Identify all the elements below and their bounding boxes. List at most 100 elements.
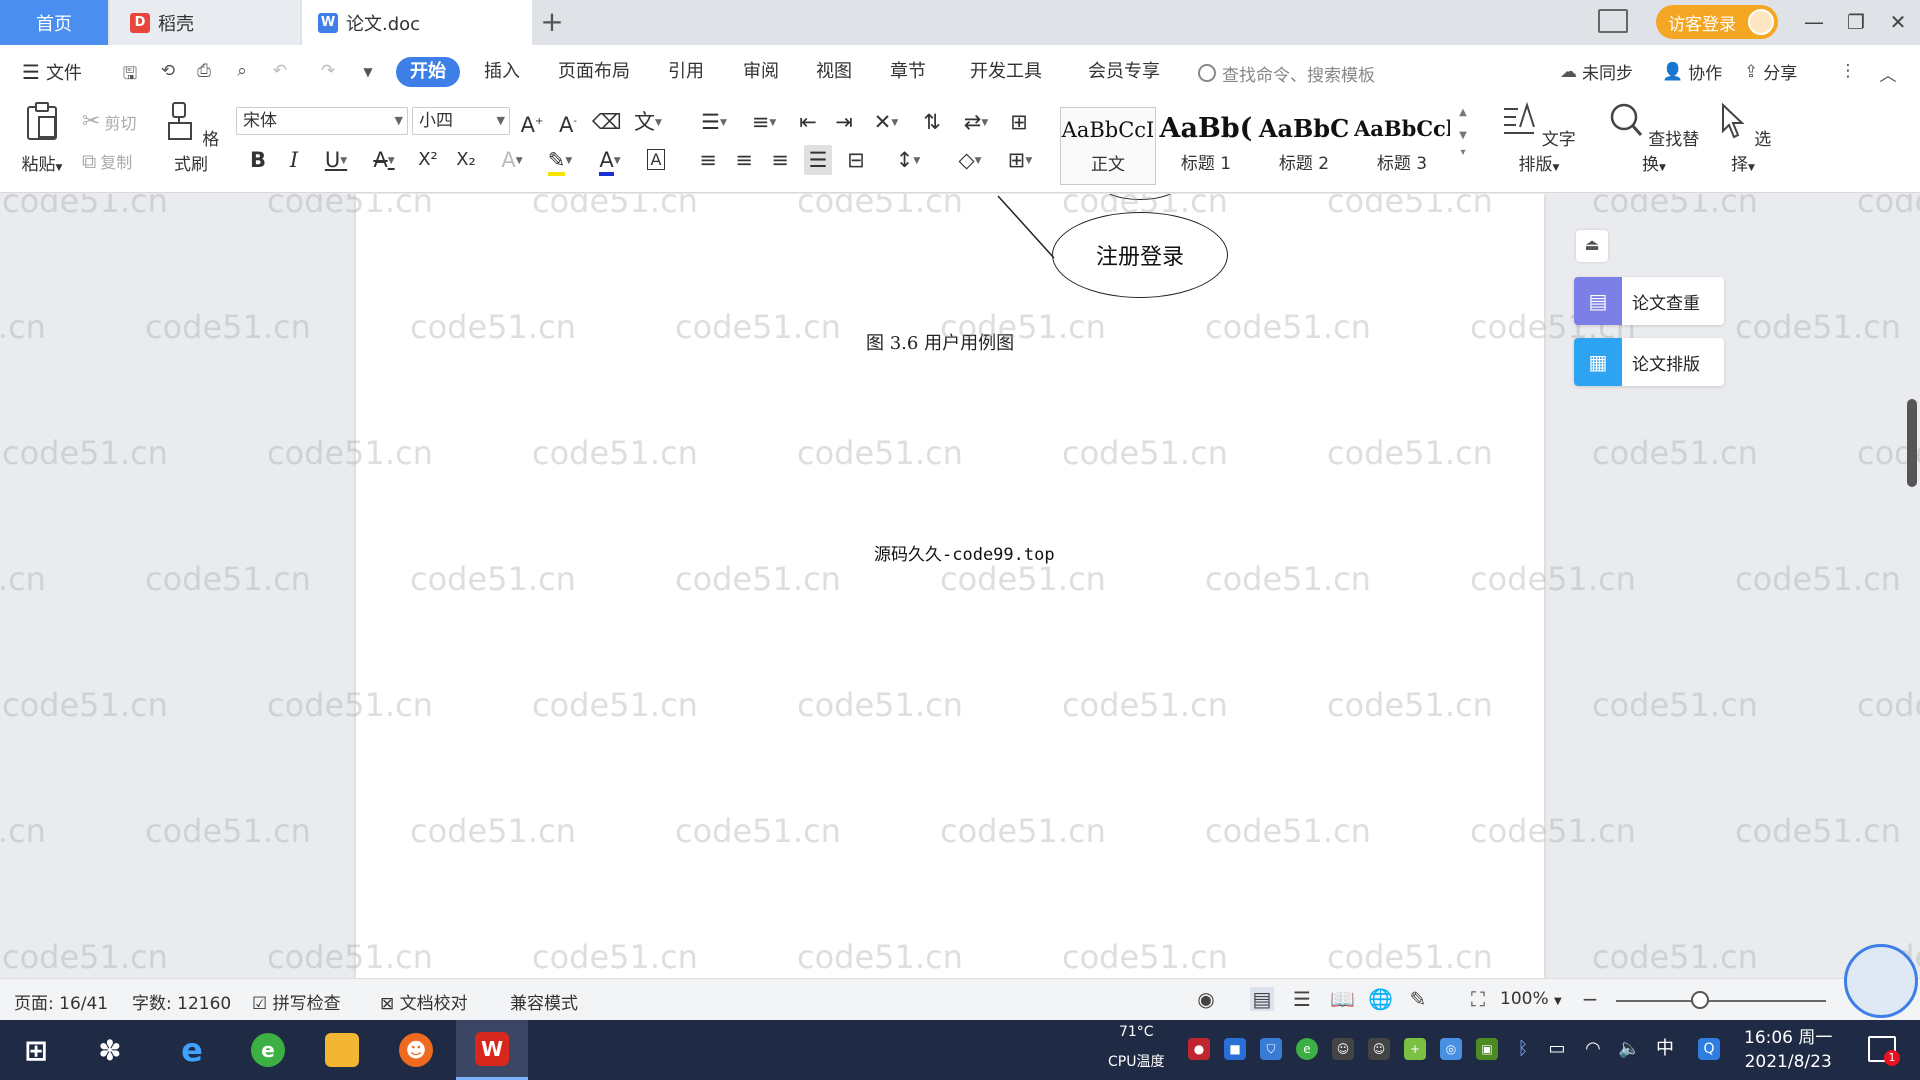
- line-spacing-icon[interactable]: ↕▼: [888, 145, 928, 175]
- reading-view-icon[interactable]: 📖: [1330, 987, 1355, 1011]
- borders-icon[interactable]: ⊞▼: [1000, 145, 1040, 175]
- notification-center-icon[interactable]: 1: [1868, 1036, 1900, 1066]
- proofread-button[interactable]: ⊠ 文档校对: [380, 989, 468, 1014]
- wifi-icon[interactable]: ◠: [1582, 1038, 1604, 1060]
- system-clock[interactable]: 16:06 周一 2021/8/23: [1744, 1026, 1832, 1074]
- format-painter-button[interactable]: 格式刷: [160, 101, 222, 175]
- tray-app-icon[interactable]: ◎: [1440, 1038, 1462, 1060]
- tray-search-icon[interactable]: Q: [1698, 1038, 1720, 1060]
- cpu-temperature[interactable]: 71°C CPU温度: [1108, 1024, 1164, 1070]
- style-normal[interactable]: AaBbCcI 正文: [1060, 107, 1156, 185]
- tray-nvidia-icon[interactable]: ▣: [1476, 1038, 1498, 1060]
- justify-icon[interactable]: ☰: [804, 145, 832, 175]
- style-heading-2[interactable]: AaBbC 标题 2: [1256, 107, 1352, 185]
- style-heading-3[interactable]: AaBbCcl 标题 3: [1354, 107, 1450, 185]
- decrease-indent-icon[interactable]: ⇤: [794, 107, 822, 137]
- quick-access-dropdown-icon[interactable]: ▼: [356, 65, 380, 87]
- assistant-avatar-icon[interactable]: [1844, 944, 1918, 1018]
- more-options-icon[interactable]: ⋮: [1836, 61, 1860, 83]
- select-button[interactable]: 选择▼: [1712, 101, 1774, 175]
- zoom-slider-knob[interactable]: [1691, 991, 1709, 1009]
- tab-home[interactable]: 首页: [0, 0, 108, 45]
- menu-developer-tools[interactable]: 开发工具: [970, 57, 1042, 87]
- distribute-icon[interactable]: ⊟: [842, 145, 870, 175]
- chinese-layout-icon[interactable]: ✕▼: [866, 107, 906, 137]
- highlight-icon[interactable]: ✎▼: [540, 145, 580, 176]
- eye-protection-icon[interactable]: ◉: [1194, 987, 1218, 1011]
- bold-icon[interactable]: B: [244, 145, 272, 175]
- copy-button[interactable]: ⧉ 复制: [82, 149, 132, 173]
- visitor-login-button[interactable]: 访客登录: [1656, 5, 1778, 39]
- menu-page-layout[interactable]: 页面布局: [558, 57, 630, 87]
- internet-explorer-icon[interactable]: e: [156, 1020, 228, 1080]
- shading-icon[interactable]: ◇▼: [950, 145, 990, 175]
- clear-format-icon[interactable]: ⌫: [592, 107, 622, 137]
- restore-icon[interactable]: ❐: [1838, 6, 1874, 38]
- browser-360-icon[interactable]: e: [232, 1020, 304, 1080]
- collaborate-button[interactable]: 👤 协作: [1662, 59, 1722, 85]
- tray-app-icon[interactable]: ■: [1224, 1038, 1246, 1060]
- menu-member[interactable]: 会员专享: [1088, 57, 1160, 87]
- text-layout-button[interactable]: 文字排版▼: [1494, 101, 1584, 175]
- app-orange-mask-icon[interactable]: ☻: [380, 1020, 452, 1080]
- print-icon[interactable]: ⎙: [192, 61, 216, 83]
- fit-page-icon[interactable]: ⛶: [1466, 987, 1490, 1011]
- spell-check-button[interactable]: ☑ 拼写检查: [252, 989, 341, 1014]
- subscript-icon[interactable]: X₂: [452, 145, 480, 175]
- tab-daoke[interactable]: D 稻壳: [110, 0, 300, 45]
- minimize-icon[interactable]: —: [1796, 6, 1832, 38]
- cloud-save-icon[interactable]: ⟲: [156, 61, 180, 83]
- tray-qq-icon[interactable]: ☺: [1368, 1038, 1390, 1060]
- file-explorer-icon[interactable]: [306, 1020, 378, 1080]
- style-heading-1[interactable]: AaBb( 标题 1: [1158, 107, 1254, 185]
- align-center-icon[interactable]: ≡: [730, 145, 758, 175]
- strikethrough-icon[interactable]: A▼: [364, 145, 404, 175]
- page-view-icon[interactable]: ▤: [1250, 987, 1274, 1011]
- menu-chapter[interactable]: 章节: [890, 57, 926, 87]
- new-tab-plus-icon[interactable]: +: [537, 6, 567, 38]
- superscript-icon[interactable]: X²: [414, 145, 442, 175]
- collapse-panel-icon[interactable]: ⏏: [1576, 230, 1608, 262]
- save-icon[interactable]: 🖫: [118, 61, 142, 84]
- zoom-slider[interactable]: [1616, 1000, 1826, 1002]
- sort-icon[interactable]: ⇅: [918, 107, 946, 137]
- tray-360-icon[interactable]: e: [1296, 1038, 1318, 1060]
- volume-icon[interactable]: 🔈: [1618, 1038, 1640, 1060]
- phonetic-guide-icon[interactable]: 文▼: [628, 107, 668, 137]
- underline-icon[interactable]: U▼: [316, 145, 356, 175]
- share-button[interactable]: ⇪ 分享: [1744, 59, 1797, 85]
- menu-start[interactable]: 开始: [396, 57, 460, 87]
- tray-shield-icon[interactable]: ⛉: [1260, 1038, 1282, 1060]
- outline-view-icon[interactable]: ☰: [1290, 987, 1314, 1011]
- italic-icon[interactable]: I: [280, 145, 308, 175]
- scrollbar-thumb[interactable]: [1907, 399, 1917, 487]
- increase-font-icon[interactable]: A+: [518, 107, 546, 137]
- sync-status-button[interactable]: ☁ 未同步: [1560, 59, 1633, 85]
- tray-app-icon[interactable]: ●: [1188, 1038, 1210, 1060]
- command-search[interactable]: 查找命令、搜索模板: [1198, 59, 1375, 87]
- bluetooth-icon[interactable]: ᛒ: [1512, 1038, 1534, 1060]
- menu-references[interactable]: 引用: [668, 57, 704, 87]
- numbered-list-icon[interactable]: ≡▼: [744, 107, 784, 137]
- align-right-icon[interactable]: ≡: [766, 145, 794, 175]
- tab-document[interactable]: W 论文.doc: [302, 0, 532, 45]
- wps-office-taskbar-icon[interactable]: W: [456, 1020, 528, 1080]
- print-preview-icon[interactable]: ⌕: [230, 61, 254, 83]
- font-color-icon[interactable]: A▼: [590, 145, 630, 176]
- undo-icon[interactable]: ↶: [268, 61, 292, 83]
- menu-view[interactable]: 视图: [816, 57, 852, 87]
- increase-indent-icon[interactable]: ⇥: [830, 107, 858, 137]
- chevron-up-icon[interactable]: ▲: [1452, 107, 1474, 118]
- find-replace-button[interactable]: 查找替换▼: [1608, 101, 1700, 175]
- thesis-check-button[interactable]: ▤ 论文查重: [1574, 277, 1724, 325]
- tray-plus-icon[interactable]: +: [1404, 1038, 1426, 1060]
- show-marks-icon[interactable]: ⊞: [1004, 107, 1034, 137]
- file-menu[interactable]: ☰ 文件: [22, 57, 82, 87]
- write-mode-icon[interactable]: ✎: [1406, 987, 1430, 1011]
- chevron-down-icon[interactable]: ▼: [1452, 130, 1474, 141]
- ime-indicator[interactable]: 中: [1654, 1038, 1676, 1060]
- app-pinwheel-icon[interactable]: ✽: [74, 1020, 146, 1080]
- window-layout-icon[interactable]: [1598, 9, 1628, 33]
- web-view-icon[interactable]: 🌐: [1368, 987, 1393, 1011]
- bullet-list-icon[interactable]: ☰▼: [694, 107, 734, 137]
